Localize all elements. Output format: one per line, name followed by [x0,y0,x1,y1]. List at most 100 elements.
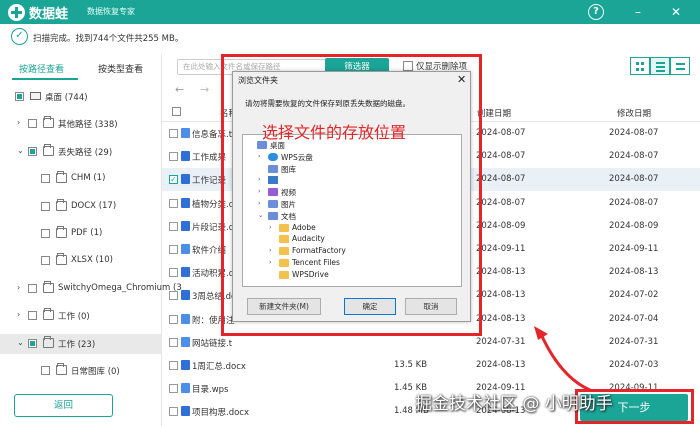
tree-item[interactable]: 日常图库 (0) [0,361,162,381]
chevron-right-icon[interactable]: › [258,175,261,183]
tree-item[interactable]: ⌄ 丢失路径 (29) [0,142,162,162]
file-doc-icon [181,406,190,417]
chevron-down-icon[interactable]: ⌄ [17,146,24,155]
chevron-right-icon[interactable]: › [17,310,20,319]
folder-icon [268,152,278,161]
row-checkbox[interactable] [169,268,178,278]
back-button[interactable]: 返回 [14,394,113,417]
tree-checkbox[interactable] [41,229,50,238]
row-checkbox[interactable] [169,291,178,301]
tree-item[interactable]: › 其他路径 (338) [0,114,162,134]
select-all-checkbox[interactable] [172,107,181,116]
tab-by-path[interactable]: 按路径查看 [19,62,64,75]
cell-created: 2024-08-07 [476,151,526,162]
tree-checkbox[interactable] [28,146,37,156]
new-folder-button[interactable]: 新建文件夹(M) [247,298,321,315]
tree-item[interactable]: PDF (1) [0,224,162,244]
row-checkbox[interactable] [169,384,178,394]
chevron-down-icon[interactable]: ⌄ [17,338,24,347]
tree-item[interactable]: 桌面 (744) [0,87,162,107]
row-checkbox[interactable] [169,407,178,417]
tree-item[interactable]: CHM (1) [0,169,162,189]
tree-item[interactable]: DOCX (17) [0,197,162,217]
row-checkbox[interactable] [169,129,178,138]
dialog-folder-node[interactable]: WPSDrive [269,269,449,282]
cell-modified: 2024-07-04 [609,313,659,324]
chevron-right-icon[interactable]: › [269,246,272,254]
tree-item-label: 丢失路径 (29) [58,147,113,158]
file-wps-icon [181,383,190,394]
tree-checkbox[interactable] [41,174,50,184]
cell-size: 13.5 KB [394,360,428,370]
chevron-right-icon[interactable]: › [269,258,272,266]
cell-modified: 2024-08-07 [609,174,659,185]
tree-item[interactable]: › SwitchyOmega_Chromium (3 [0,279,182,299]
tree-checkbox[interactable] [28,283,37,293]
grid-view-icon[interactable] [630,57,650,75]
chevron-right-icon[interactable]: › [17,118,20,127]
chevron-down-icon[interactable]: ⌄ [258,211,263,219]
folder-icon [43,116,54,129]
tab-by-type[interactable]: 按类型查看 [98,62,143,75]
drive-icon [30,92,41,100]
tree-checkbox[interactable] [28,119,37,129]
dialog-title: 浏览文件夹 [238,76,278,85]
tree-checkbox[interactable] [28,338,37,348]
dialog-folder-tree[interactable]: 桌面 › WPS云盘 图库 › › 视频 › 图片 ⌄ 文档 › Adobe Audacity › Forma… [242,134,462,287]
chevron-right-icon[interactable]: › [17,283,20,292]
cell-created: 2024-08-07 [476,128,526,138]
dialog-folder-label: Tencent Files [292,258,340,267]
row-checkbox[interactable] [169,361,178,370]
chevron-right-icon[interactable]: › [258,187,261,195]
column-modified[interactable]: 修改日期 [617,107,651,119]
row-checkbox[interactable] [169,198,178,208]
row-checkbox[interactable] [169,337,178,347]
chevron-right-icon[interactable]: › [258,152,261,160]
column-created[interactable]: 创建日期 [477,107,511,119]
cancel-button[interactable]: 取消 [405,298,457,315]
dialog-folder-label: 视频 [281,188,296,198]
tree-item[interactable]: XLSX (10) [0,251,162,271]
minimize-icon[interactable]: – [630,4,646,20]
tree-checkbox[interactable] [15,92,24,101]
cell-modified: 2024-07-02 [609,290,659,301]
close-icon[interactable]: ✕ [668,4,684,20]
nav-back-icon[interactable]: ← [175,83,184,96]
list-view-icon[interactable] [650,57,670,75]
ok-button[interactable]: 确定 [344,298,396,315]
tree-item-label: PDF (1) [71,228,103,238]
tree-checkbox[interactable] [41,201,50,211]
tree-item[interactable]: ⌄ 工作 (23) [0,333,162,354]
dialog-folder-label: 图片 [281,200,296,209]
tree-item[interactable]: › 工作 (0) [0,306,162,326]
dialog-close-icon[interactable]: ✕ [457,73,466,86]
tree-checkbox[interactable] [41,366,50,375]
cell-modified: 2024-09-11 [609,244,659,254]
table-row[interactable]: 1周汇总.docx 13.5 KB 2024-08-13 2024-07-03 [162,354,700,377]
cell-modified: 2024-07-31 [609,336,659,347]
row-checkbox[interactable]: ✓ [169,175,178,185]
cell-modified: 2024-08-13 [609,267,659,278]
app-subtitle: 数据恢复专家 [87,7,135,16]
row-checkbox[interactable] [169,221,178,231]
detail-view-icon[interactable] [670,57,690,75]
folder-icon [268,200,278,208]
chevron-right-icon[interactable]: › [269,223,272,231]
file-doc-icon [181,197,190,208]
row-checkbox[interactable] [169,314,178,324]
row-checkbox[interactable] [169,245,178,254]
nav-forward-icon[interactable]: → [200,83,209,96]
tree-checkbox[interactable] [28,311,37,321]
folder-icon [279,270,289,279]
folder-icon [279,247,289,256]
folder-icon [56,226,67,238]
folder-icon [43,143,54,156]
tree-item-label: DOCX (17) [71,200,117,211]
dialog-folder-label: 文档 [281,211,296,221]
tree-checkbox[interactable] [41,256,50,266]
help-icon[interactable]: ? [588,4,604,20]
dialog-scrollbar[interactable] [461,143,462,183]
row-checkbox[interactable] [169,152,178,162]
chevron-right-icon[interactable]: › [258,199,261,207]
folder-icon [43,308,54,321]
